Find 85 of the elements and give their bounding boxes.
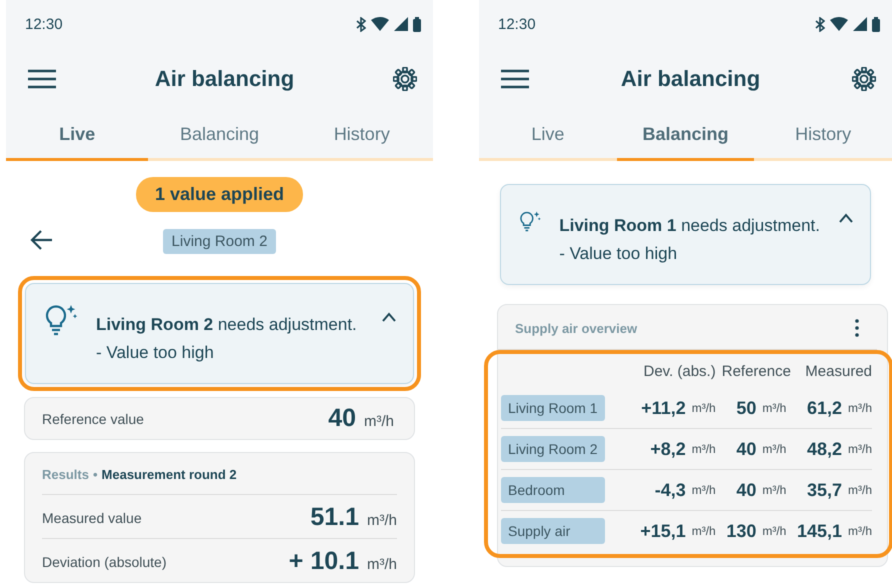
menu-icon [28,69,56,89]
flow-value: 145,1 [796,520,842,542]
tab[interactable]: Live [6,110,148,161]
signal-icon [394,17,408,31]
unit-label: m³/h [692,401,716,415]
room-tag: Living Room 2 [162,228,276,254]
flow-value: +15,1 [639,520,686,542]
flow-value: 40 [735,480,756,500]
room-tag: Living Room 2 [501,436,604,462]
settings-icon [392,67,417,91]
unit-label: m³/h [848,401,872,415]
flow-value: 35,7 [806,480,842,500]
unit-label: m³/h [367,512,397,529]
unit-label: m³/h [762,483,788,497]
wifi-icon [371,17,389,31]
menu-button[interactable] [501,69,529,89]
collapse-button[interactable] [838,213,854,223]
column-header: Reference [722,362,791,382]
unit-label: m³/h [848,442,872,456]
flow-value: +8,2 [649,438,686,460]
status-time: 12:30 [25,16,63,32]
results-title: Results [42,467,89,482]
hint-detail: - Value too high [559,244,678,264]
unit-label: m³/h [692,524,716,538]
settings-button[interactable] [392,67,417,91]
settings-icon [852,67,876,91]
flow-value: 130 [725,520,756,542]
unit-label: m³/h [364,413,394,430]
tab[interactable]: Balancing [616,110,754,161]
flow-value: 50 [735,398,756,418]
bluetooth-icon [815,16,825,32]
tab[interactable]: Live [479,110,617,161]
unit-label: m³/h [692,442,716,456]
column-header: Measured [804,362,872,382]
separator-dot: • [92,467,98,482]
settings-button[interactable] [852,67,876,91]
room-tag: Bedroom [501,477,604,503]
tab[interactable]: Balancing [148,110,291,161]
unit-label: m³/h [762,401,788,415]
flow-value: +11,2 [640,398,686,418]
menu-icon [501,69,529,89]
reference-value: 40 [328,404,356,433]
hint-detail: - Value too high [96,343,215,363]
tab[interactable]: History [290,110,433,161]
menu-button[interactable] [28,69,56,89]
room-tag: Supply air [501,518,604,544]
bluetooth-icon [356,16,366,32]
reference-label: Reference value [42,410,144,426]
status-badge: 1 value applied [136,177,304,212]
more-button[interactable] [855,319,859,337]
more-vert-icon [855,319,859,337]
results-subtitle: Measurement round 2 [102,467,237,482]
battery-icon [872,16,880,32]
status-time: 12:30 [498,16,536,32]
caret-icon [381,312,397,322]
flow-value: 61,2 [806,398,842,418]
signal-icon [853,17,867,31]
result-value: + 10.1 [288,547,359,576]
battery-icon [413,16,421,32]
wifi-icon [830,17,848,31]
unit-label: m³/h [367,556,397,573]
result-label: Deviation (absolute) [42,554,167,570]
unit-label: m³/h [762,524,788,538]
flow-value: 40 [735,438,756,460]
unit-label: m³/h [692,483,716,497]
app-title: Air balancing [154,66,294,92]
unit-label: m³/h [762,442,788,456]
result-value: 51.1 [310,503,359,532]
flow-value: -4,3 [654,480,686,500]
flow-value: 48,2 [806,438,842,460]
hint-message: Living Room 2 needs adjustment. [96,315,358,335]
back-arrow-icon [30,229,54,251]
overview-title: Supply air overview [515,320,638,336]
lightbulb-sparkle-icon [44,304,78,338]
result-label: Measured value [42,510,142,526]
column-header: Dev. (abs.) [642,362,716,382]
unit-label: m³/h [848,483,872,497]
unit-label: m³/h [848,524,872,538]
collapse-button[interactable] [381,312,397,322]
app-title: Air balancing [620,66,760,92]
tab[interactable]: History [754,110,892,161]
caret-icon [838,213,854,223]
room-tag: Living Room 1 [501,395,604,421]
hint-message: Living Room 1 needs adjustment. [559,216,820,236]
back-button[interactable] [30,229,54,251]
